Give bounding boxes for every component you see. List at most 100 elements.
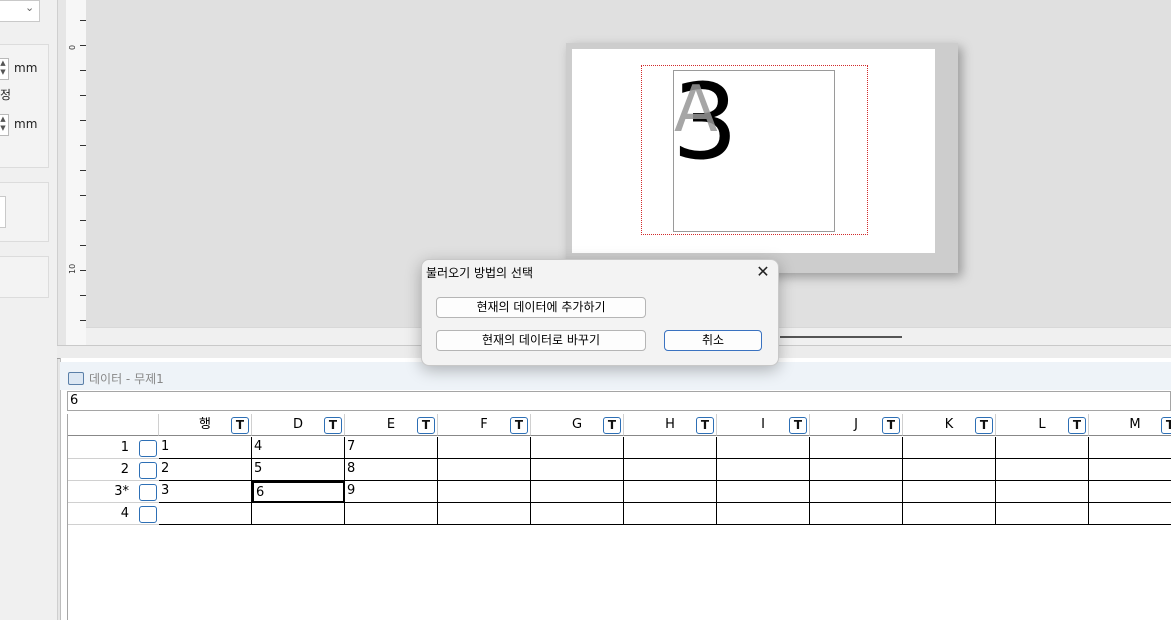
object-letter-glyph: A: [674, 73, 718, 147]
grid-cell[interactable]: [717, 503, 810, 525]
grid-cell[interactable]: [531, 481, 624, 503]
spin-down-icon[interactable]: ▼: [0, 68, 8, 77]
text-type-icon[interactable]: T: [417, 417, 435, 434]
grid-cell[interactable]: [717, 481, 810, 503]
grid-cell[interactable]: [531, 437, 624, 459]
spin-stepper-2[interactable]: ▲ ▼: [0, 114, 9, 136]
grid-cell[interactable]: [717, 437, 810, 459]
grid-cell[interactable]: [810, 503, 903, 525]
row-header[interactable]: 2: [68, 459, 159, 481]
text-type-icon[interactable]: T: [510, 417, 528, 434]
text-type-icon[interactable]: T: [1068, 417, 1086, 434]
grid-cell[interactable]: [810, 459, 903, 481]
grid-cell[interactable]: 7: [345, 437, 438, 459]
column-header[interactable]: DT: [252, 414, 345, 436]
grid-cell[interactable]: [1089, 437, 1171, 459]
column-header-label: J: [854, 417, 858, 432]
grid-cell[interactable]: 4: [252, 437, 345, 459]
spin-down-icon[interactable]: ▼: [0, 124, 8, 133]
column-header[interactable]: HT: [624, 414, 717, 436]
column-header[interactable]: GT: [531, 414, 624, 436]
grid-cell[interactable]: [624, 503, 717, 525]
grid-cell[interactable]: [903, 459, 996, 481]
grid-cell[interactable]: [996, 459, 1089, 481]
column-header[interactable]: 행T: [159, 414, 252, 436]
selected-cell[interactable]: 6: [252, 481, 345, 503]
column-header[interactable]: ET: [345, 414, 438, 436]
grid-cell[interactable]: 5: [252, 459, 345, 481]
grid-cell[interactable]: 8: [345, 459, 438, 481]
grid-cell[interactable]: [624, 459, 717, 481]
data-pane-title: 데이터 - 무제1: [89, 372, 164, 386]
grid-cell[interactable]: [438, 459, 531, 481]
grid-cell[interactable]: [903, 481, 996, 503]
text-type-icon[interactable]: T: [324, 417, 342, 434]
properties-panel: ⌄ ▲ ▼ mm 정 ▲ ▼ mm: [0, 0, 58, 620]
text-type-icon[interactable]: T: [1161, 417, 1171, 434]
grid-cell[interactable]: [438, 481, 531, 503]
row-checkbox[interactable]: [139, 440, 157, 457]
column-header-label: I: [761, 417, 765, 432]
grid-cell[interactable]: [1089, 503, 1171, 525]
text-type-icon[interactable]: T: [975, 417, 993, 434]
column-header[interactable]: MT: [1089, 414, 1171, 436]
ruler-label: 10: [68, 263, 77, 274]
column-header-label: D: [292, 417, 303, 432]
grid-cell[interactable]: [438, 437, 531, 459]
row-header[interactable]: 3*: [68, 481, 159, 503]
column-header[interactable]: FT: [438, 414, 531, 436]
grid-cell[interactable]: 3: [159, 481, 252, 503]
grid-cell[interactable]: [1089, 459, 1171, 481]
text-type-icon[interactable]: T: [603, 417, 621, 434]
row-checkbox[interactable]: [139, 462, 157, 479]
row-checkbox[interactable]: [139, 506, 157, 523]
grid-cell[interactable]: [345, 503, 438, 525]
cancel-button[interactable]: 취소: [664, 330, 762, 351]
text-type-icon[interactable]: T: [882, 417, 900, 434]
chevron-down-icon: ⌄: [25, 1, 35, 14]
option-field[interactable]: [0, 196, 6, 228]
grid-cell[interactable]: [996, 481, 1089, 503]
text-type-icon[interactable]: T: [696, 417, 714, 434]
grid-cell[interactable]: [903, 503, 996, 525]
spin-up-icon[interactable]: ▲: [0, 59, 8, 68]
grid-cell[interactable]: [624, 437, 717, 459]
grid-cell[interactable]: 1: [159, 437, 252, 459]
grid-cell[interactable]: [252, 503, 345, 525]
grid-cell[interactable]: 2: [159, 459, 252, 481]
cell-value-input[interactable]: 6: [67, 391, 1171, 411]
text-type-icon[interactable]: T: [789, 417, 807, 434]
grid-cell[interactable]: [1089, 481, 1171, 503]
partial-label: 정: [0, 88, 12, 102]
grid-cell[interactable]: [531, 503, 624, 525]
grid-corner-header: [68, 414, 159, 436]
column-header[interactable]: LT: [996, 414, 1089, 436]
grid-cell[interactable]: [159, 503, 252, 525]
close-icon[interactable]: ✕: [754, 263, 772, 281]
grid-cell[interactable]: [996, 503, 1089, 525]
column-header[interactable]: JT: [810, 414, 903, 436]
spin-up-icon[interactable]: ▲: [0, 115, 8, 124]
column-header[interactable]: KT: [903, 414, 996, 436]
grid-cell[interactable]: [717, 459, 810, 481]
grid-cell[interactable]: [810, 481, 903, 503]
grid-cell[interactable]: [996, 437, 1089, 459]
column-header[interactable]: IT: [717, 414, 810, 436]
append-data-button[interactable]: 현재의 데이터에 추가하기: [436, 297, 646, 318]
column-header-label: K: [944, 417, 954, 432]
grid-cell[interactable]: [810, 437, 903, 459]
replace-data-button[interactable]: 현재의 데이터로 바꾸기: [436, 330, 646, 351]
grid-cell[interactable]: [624, 481, 717, 503]
row-checkbox[interactable]: [139, 484, 157, 501]
row-header[interactable]: 1: [68, 437, 159, 459]
grid-cell[interactable]: [903, 437, 996, 459]
text-type-icon[interactable]: T: [231, 417, 249, 434]
grid-cell[interactable]: 9: [345, 481, 438, 503]
grid-cell[interactable]: [438, 503, 531, 525]
column-header-label: M: [1129, 417, 1141, 432]
row-header[interactable]: 4: [68, 503, 159, 525]
property-combo[interactable]: ⌄: [0, 0, 40, 22]
scrollbar-thumb[interactable]: [780, 336, 902, 338]
grid-cell[interactable]: [531, 459, 624, 481]
spin-stepper-1[interactable]: ▲ ▼: [0, 58, 9, 80]
